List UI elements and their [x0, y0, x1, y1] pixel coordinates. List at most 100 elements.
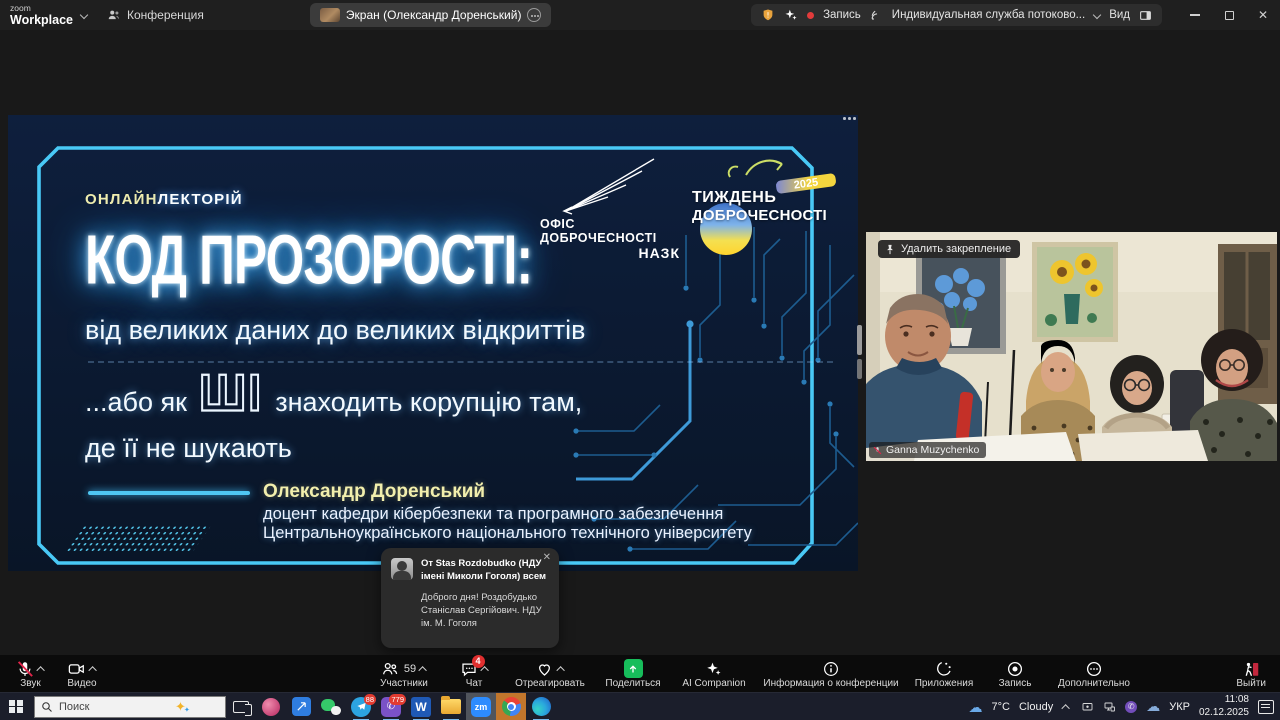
- view-layout-icon[interactable]: [1139, 9, 1152, 22]
- share-button[interactable]: Поделиться: [600, 658, 666, 689]
- slide-drag-handle: [843, 115, 858, 121]
- tray-expand-chevron[interactable]: [1062, 704, 1070, 712]
- clock[interactable]: 11:08 02.12.2025: [1199, 694, 1249, 719]
- record-status-label[interactable]: Запись: [823, 9, 861, 21]
- participants-count: 59: [404, 663, 416, 675]
- video-options-chevron[interactable]: [88, 666, 96, 674]
- tab-options-icon[interactable]: [527, 8, 541, 22]
- slide-title: КОД ПРОЗОРОСТІ:: [85, 221, 532, 301]
- unpin-button[interactable]: Удалить закрепление: [878, 240, 1020, 258]
- viber-tray-icon[interactable]: ✆: [1125, 701, 1137, 713]
- video-scene: [866, 232, 1277, 461]
- logo1-line2: ДОБРОЧЕСНОСТІ: [540, 231, 680, 245]
- nazk-office-logo: ОФІС ДОБРОЧЕСНОСТІ НАЗК: [540, 157, 680, 261]
- arrow-doodle-icon: [724, 155, 794, 181]
- meeting-info-button[interactable]: Информация о конференции: [762, 658, 900, 689]
- chat-notification-popup[interactable]: ✕ От Stas Rozdobudko (НДУ імені Миколи Г…: [381, 548, 559, 648]
- scrollbar-thumb: [857, 359, 862, 379]
- chat-button[interactable]: 4 Чат: [448, 658, 500, 689]
- tray-time: 11:08: [1199, 694, 1249, 707]
- word-icon: W: [411, 697, 431, 717]
- brand-zoom: zoom: [10, 4, 31, 13]
- react-chevron[interactable]: [556, 666, 564, 674]
- weather-condition[interactable]: Cloudy: [1019, 701, 1053, 713]
- screen: { "colors": { "accent_cyan": "#49c9f6", …: [0, 0, 1280, 720]
- react-button[interactable]: Отреагировать: [508, 658, 592, 689]
- more-icon: [1085, 660, 1103, 678]
- leave-icon: [1242, 660, 1261, 678]
- windows-taskbar: ✦ 88 ✆ 779 W zm ☁ 7°C Cloudy ✆: [0, 692, 1280, 720]
- participants-chevron[interactable]: [418, 666, 426, 674]
- search-icon: [41, 701, 53, 713]
- view-label[interactable]: Вид: [1109, 9, 1130, 21]
- pink-app-icon: [262, 698, 280, 716]
- weather-temp[interactable]: 7°C: [991, 701, 1009, 713]
- unpin-label: Удалить закрепление: [901, 243, 1011, 255]
- audio-options-chevron[interactable]: [36, 666, 44, 674]
- screen-thumbnail: [320, 8, 340, 22]
- pinned-video-tile[interactable]: Удалить закрепление Ganna Muzychenko: [866, 232, 1277, 461]
- ai-letters: ШІ: [199, 369, 263, 418]
- apps-button[interactable]: Приложения: [908, 658, 980, 689]
- network-tray-icon[interactable]: [1103, 701, 1116, 713]
- ai-companion-button[interactable]: AI Companion: [674, 658, 754, 689]
- zoom-workplace-logo: zoom Workplace: [0, 4, 79, 27]
- mic-muted-icon: [16, 660, 34, 678]
- tab-screen-share[interactable]: Экран (Олександр Доренський): [310, 3, 552, 27]
- speaker-name: Олександр Доренський: [263, 481, 485, 503]
- meeting-stage: ОНЛАЙНЛЕКТОРІЙ КОД ПРОЗОРОСТІ: від велик…: [0, 30, 1280, 655]
- leave-button[interactable]: Выйти: [1236, 658, 1266, 689]
- task-view-button[interactable]: [226, 693, 256, 720]
- taskbar-app-telegram[interactable]: 88: [346, 693, 376, 720]
- chat-unread-badge: 4: [472, 655, 485, 668]
- brand-workplace: Workplace: [10, 14, 73, 27]
- close-icon[interactable]: ✕: [543, 553, 551, 563]
- avatar: [391, 558, 413, 580]
- telegram-badge: 88: [364, 694, 376, 705]
- language-indicator[interactable]: УКР: [1169, 701, 1190, 713]
- tray-date: 02.12.2025: [1199, 707, 1249, 720]
- heart-icon: [535, 660, 554, 678]
- maximize-button[interactable]: [1212, 0, 1246, 30]
- audio-button[interactable]: Звук: [16, 658, 45, 689]
- pin-icon: [885, 244, 895, 255]
- taskbar-app-viber[interactable]: ✆ 779: [376, 693, 406, 720]
- logo2-line2: ДОБРОЧЕСНОСТІ: [692, 207, 827, 224]
- start-button[interactable]: [0, 693, 32, 720]
- taskbar-search[interactable]: ✦: [34, 696, 226, 718]
- viber-badge: 779: [389, 694, 406, 705]
- taskbar-app-pink[interactable]: [256, 693, 286, 720]
- titlebar-status-cluster: Запись Индивидуальная служба потоково...…: [751, 4, 1162, 26]
- recording-dot: [807, 12, 814, 19]
- chevron-down-icon[interactable]: [80, 11, 88, 19]
- taskbar-app-chrome[interactable]: [496, 693, 526, 720]
- cast-tray-icon[interactable]: [1081, 701, 1094, 713]
- participants-button[interactable]: 59 Участники: [368, 658, 440, 689]
- tab-meeting[interactable]: Конференция: [97, 4, 214, 26]
- apps-icon: [935, 660, 953, 678]
- record-button[interactable]: Запись: [988, 658, 1042, 689]
- window-controls: ✕: [1178, 0, 1280, 30]
- action-center-icon[interactable]: [1258, 700, 1274, 714]
- kicker-lectorium: ЛЕКТОРІЙ: [158, 191, 243, 208]
- taskbar-app-word[interactable]: W: [406, 693, 436, 720]
- shield-icon[interactable]: [761, 8, 775, 22]
- speaker-accent-line: [88, 491, 250, 495]
- stream-service-label[interactable]: Индивидуальная служба потоково...: [892, 9, 1085, 21]
- taskbar-app-explorer[interactable]: [436, 693, 466, 720]
- minimize-button[interactable]: [1178, 0, 1212, 30]
- video-button[interactable]: Видео: [67, 658, 97, 689]
- folder-icon: [441, 699, 461, 714]
- taskbar-app-remote[interactable]: [286, 693, 316, 720]
- search-input[interactable]: [59, 701, 169, 713]
- zoom-app-icon: zm: [471, 697, 491, 717]
- logo1-line1: ОФІС: [540, 217, 680, 231]
- close-button[interactable]: ✕: [1246, 0, 1280, 30]
- taskbar-app-edge[interactable]: [526, 693, 556, 720]
- taskbar-app-zoom[interactable]: zm: [466, 693, 496, 720]
- onedrive-tray-icon[interactable]: ☁: [1146, 699, 1160, 714]
- more-button[interactable]: Дополнительно: [1050, 658, 1138, 689]
- ai-sparkle-icon[interactable]: [784, 8, 798, 22]
- chevron-down-icon[interactable]: [1093, 11, 1101, 19]
- taskbar-app-wechat[interactable]: [316, 693, 346, 720]
